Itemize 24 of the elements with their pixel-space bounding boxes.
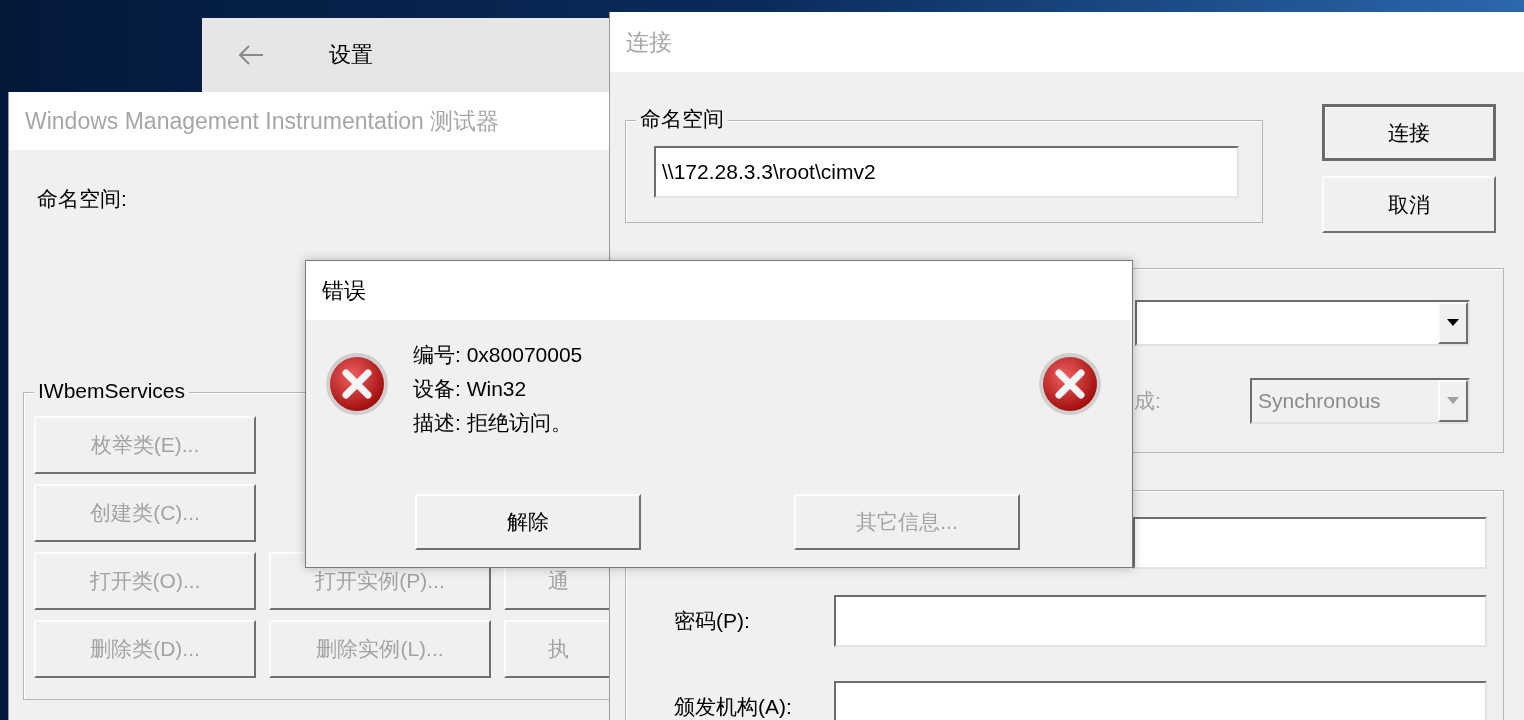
dialog-button[interactable]: 取消 <box>1322 176 1496 233</box>
window-title: Windows Management Instrumentation 测试器 <box>9 92 609 150</box>
group-title: 命名空间 <box>636 106 728 132</box>
dialog-title: 错误 <box>306 261 1132 320</box>
dropdown-field[interactable] <box>1135 300 1470 346</box>
error-text: 编号: 0x80070005 <box>413 342 583 368</box>
namespace-field[interactable]: \\172.28.3.3\root\cimv2 <box>654 146 1239 198</box>
namespace-label: 命名空间: <box>37 186 127 212</box>
field-label: 成: <box>1134 388 1161 414</box>
back-arrow-icon[interactable] <box>238 45 264 65</box>
field-label: 颁发机构(A): <box>674 695 792 718</box>
window-title: 设置 <box>329 41 373 69</box>
error-icon <box>1038 352 1102 416</box>
error-text: 设备: Win32 <box>413 376 528 402</box>
field-label: 密码(P): <box>674 609 750 632</box>
error-icon <box>325 352 389 416</box>
text-field[interactable] <box>834 595 1487 647</box>
error-text: 描述: 拒绝访问。 <box>413 410 573 436</box>
dropdown-arrow-icon[interactable] <box>1447 319 1459 327</box>
window-title: 连接 <box>610 12 1524 72</box>
text-field[interactable] <box>1133 517 1487 569</box>
dialog-button[interactable]: 解除 <box>415 494 641 550</box>
text-field[interactable] <box>834 681 1487 720</box>
dialog-button[interactable]: 连接 <box>1322 104 1496 161</box>
